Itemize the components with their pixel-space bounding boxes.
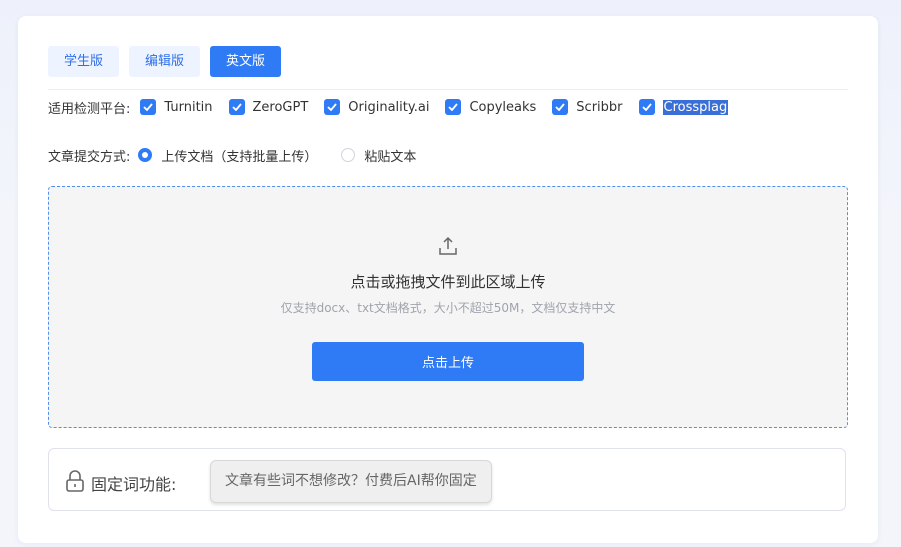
checkbox-label: Crossplag	[662, 99, 729, 115]
upload-icon	[439, 236, 457, 255]
submit-method-row: 文章提交方式: 上传文档（支持批量上传） 粘贴文本	[48, 145, 440, 165]
main-card: 学生版 编辑版 英文版 适用检测平台: Turnitin ZeroGPT Ori…	[18, 16, 878, 543]
fixed-words-button[interactable]: 文章有些词不想修改？付费后AI帮你固定	[210, 460, 492, 503]
radio-label: 粘贴文本	[364, 149, 417, 165]
fixed-words-label: 固定词功能:	[91, 475, 177, 494]
checkbox-label: ZeroGPT	[252, 99, 309, 115]
checkmark-icon	[140, 99, 157, 115]
checkmark-icon	[445, 99, 462, 115]
checkbox-originality[interactable]: Originality.ai	[324, 99, 429, 115]
radio-selected-icon	[138, 148, 153, 162]
checkbox-crossplag[interactable]: Crossplag	[638, 99, 729, 115]
radio-empty-icon	[341, 148, 356, 162]
checkmark-icon	[228, 99, 245, 115]
submit-method-label: 文章提交方式:	[48, 149, 131, 165]
checkmark-icon	[552, 99, 569, 115]
checkbox-label: Scribbr	[576, 99, 623, 115]
upload-hint: 仅支持docx、txt文档格式，大小不超过50M，文档仅支持中文	[280, 301, 616, 315]
checkmark-icon	[638, 99, 655, 115]
radio-label: 上传文档（支持批量上传）	[161, 149, 318, 165]
fixed-words-panel: 固定词功能: 文章有些词不想修改？付费后AI帮你固定	[48, 448, 846, 511]
tab-english[interactable]: 英文版	[210, 46, 282, 77]
platforms-row: 适用检测平台: Turnitin ZeroGPT Originality.ai …	[48, 97, 744, 117]
tab-student[interactable]: 学生版	[48, 46, 120, 77]
upload-dropzone[interactable]: 点击或拖拽文件到此区域上传 仅支持docx、txt文档格式，大小不超过50M，文…	[48, 186, 848, 428]
checkbox-copyleaks[interactable]: Copyleaks	[445, 99, 536, 115]
radio-paste-text[interactable]: 粘贴文本	[341, 146, 416, 165]
lock-icon	[66, 470, 84, 492]
version-tabs: 学生版 编辑版 英文版	[48, 46, 282, 77]
checkbox-label: Originality.ai	[348, 99, 430, 115]
checkbox-scribbr[interactable]: Scribbr	[552, 99, 623, 115]
checkbox-label: Copyleaks	[469, 99, 537, 115]
upload-title: 点击或拖拽文件到此区域上传	[350, 273, 546, 291]
checkbox-zerogpt[interactable]: ZeroGPT	[228, 99, 309, 115]
platforms-label: 适用检测平台:	[48, 101, 131, 117]
radio-upload-document[interactable]: 上传文档（支持批量上传）	[138, 146, 317, 165]
upload-button[interactable]: 点击上传	[312, 342, 584, 381]
checkbox-label: Turnitin	[164, 99, 213, 115]
tab-editor[interactable]: 编辑版	[129, 46, 201, 77]
checkbox-turnitin[interactable]: Turnitin	[140, 99, 213, 115]
divider	[48, 89, 848, 90]
checkmark-icon	[324, 99, 341, 115]
